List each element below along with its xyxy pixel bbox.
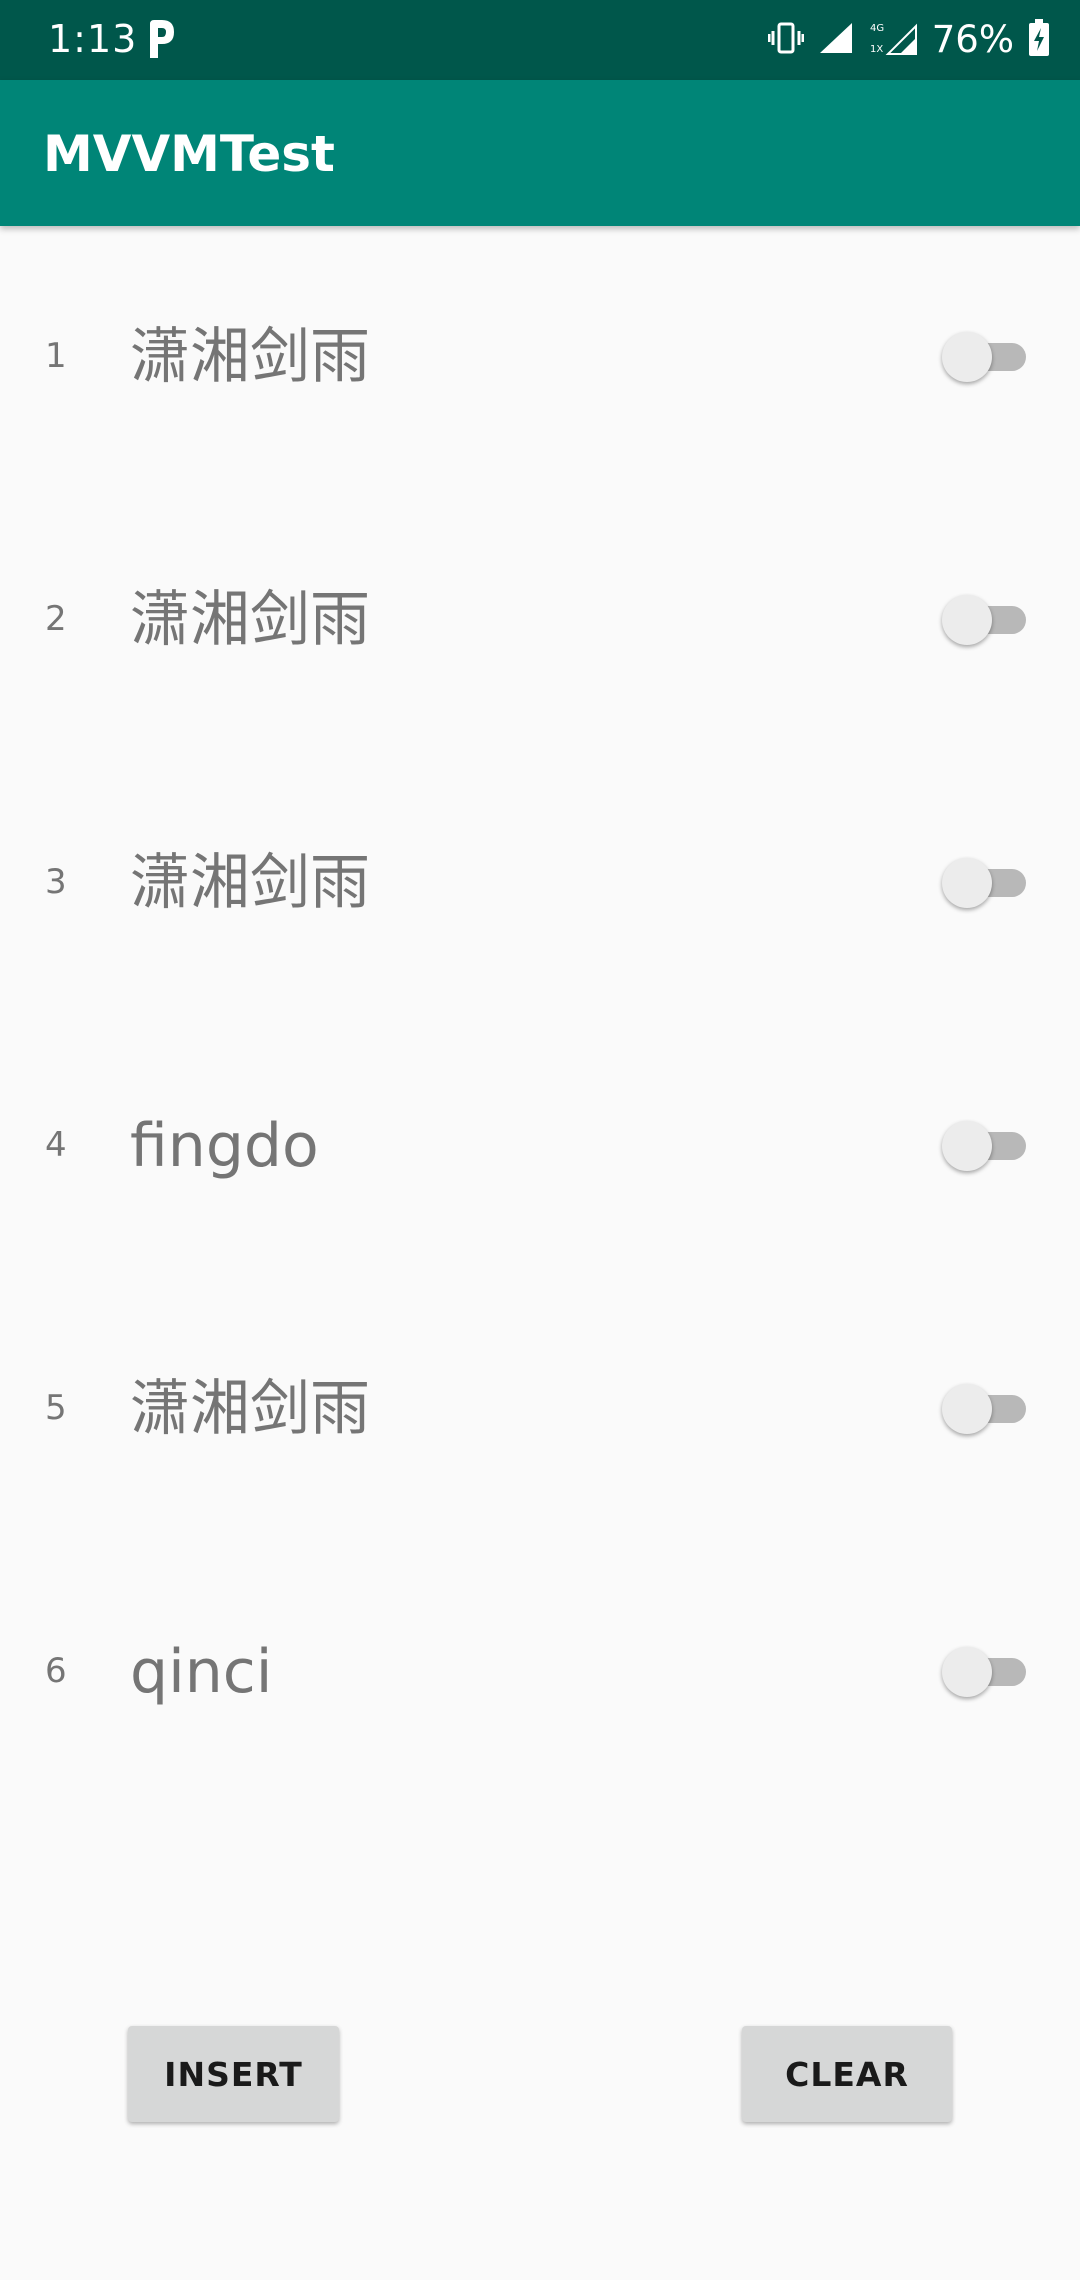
signal-icon: [818, 21, 854, 59]
item-toggle-switch[interactable]: [942, 332, 1026, 382]
item-index: 3: [45, 862, 67, 902]
status-icons: 4G 1X 76%: [767, 14, 1050, 66]
switch-thumb: [942, 858, 992, 908]
item-name: fingdo: [130, 1111, 319, 1181]
list-item: 5 潇湘剑雨: [0, 1278, 1080, 1541]
svg-text:4G: 4G: [870, 23, 884, 34]
item-name: 潇湘剑雨: [130, 1374, 370, 1444]
switch-thumb: [942, 1647, 992, 1697]
item-list: 1 潇湘剑雨 2 潇湘剑雨 3 潇湘剑雨 4 fingdo 5 潇湘剑雨 6 q…: [0, 226, 1080, 1804]
item-name: 潇湘剑雨: [130, 322, 370, 392]
item-name: 潇湘剑雨: [130, 585, 370, 655]
item-index: 2: [45, 599, 67, 639]
parking-icon: [146, 18, 176, 60]
battery-percent: 76%: [931, 18, 1014, 61]
switch-thumb: [942, 1384, 992, 1434]
item-index: 4: [45, 1125, 67, 1165]
status-time: 1:13: [48, 17, 138, 61]
item-toggle-switch[interactable]: [942, 595, 1026, 645]
switch-thumb: [942, 1121, 992, 1171]
switch-thumb: [942, 595, 992, 645]
item-index: 5: [45, 1388, 67, 1428]
list-item: 4 fingdo: [0, 1015, 1080, 1278]
svg-text:1X: 1X: [870, 44, 883, 55]
item-toggle-switch[interactable]: [942, 1647, 1026, 1697]
item-toggle-switch[interactable]: [942, 858, 1026, 908]
item-index: 6: [45, 1651, 67, 1691]
app-title: MVVMTest: [43, 125, 335, 183]
status-bar: 1:13 4G 1X 76%: [0, 0, 1080, 80]
insert-button[interactable]: INSERT: [128, 2026, 339, 2122]
clear-button[interactable]: CLEAR: [742, 2026, 952, 2122]
battery-charging-icon: [1028, 19, 1050, 61]
item-index: 1: [45, 336, 67, 376]
list-item: 3 潇湘剑雨: [0, 752, 1080, 1015]
list-item: 6 qinci: [0, 1541, 1080, 1804]
list-item: 2 潇湘剑雨: [0, 489, 1080, 752]
item-toggle-switch[interactable]: [942, 1121, 1026, 1171]
item-toggle-switch[interactable]: [942, 1384, 1026, 1434]
item-name: qinci: [130, 1637, 273, 1707]
list-item: 1 潇湘剑雨: [0, 226, 1080, 489]
signal-4g-icon: 4G 1X: [868, 18, 918, 62]
vibrate-icon: [767, 20, 805, 60]
app-bar: MVVMTest: [0, 80, 1080, 226]
switch-thumb: [942, 332, 992, 382]
item-name: 潇湘剑雨: [130, 848, 370, 918]
